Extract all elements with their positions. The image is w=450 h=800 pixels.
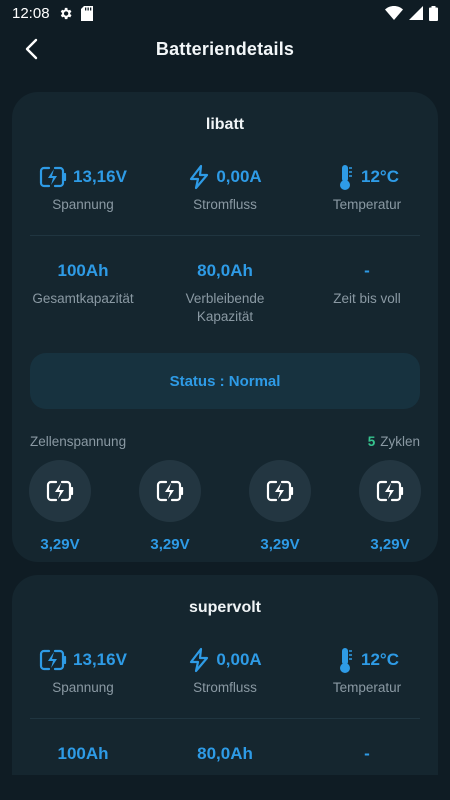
cell-item: 3,29V — [138, 460, 202, 553]
cell-circle — [139, 460, 201, 522]
battery-name: libatt — [205, 116, 245, 133]
total-capacity-value: 100Ah — [57, 261, 109, 280]
current-metric: 0,00A Stromfluss — [154, 645, 296, 697]
voltage-value: 13,16V — [73, 167, 127, 186]
temperature-label: Temperatur — [332, 197, 402, 212]
cell-item: 3,29V — [28, 460, 92, 553]
cycles-count: 5 — [367, 434, 376, 449]
temperature-metric: 12°C Temperatur — [296, 645, 438, 697]
app-bar: Batteriendetails — [0, 30, 450, 68]
voltage-value: 13,16V — [73, 650, 127, 669]
cell-circle — [249, 460, 311, 522]
primary-metrics: 13,16V Spannung 0,00A Stromfluss 12°C Te… — [12, 162, 438, 214]
voltage-label: Spannung — [52, 680, 114, 695]
cell-voltage: 3,29V — [260, 536, 300, 553]
page-title: Batteriendetails — [155, 38, 295, 59]
cell-voltage: 3,29V — [40, 536, 80, 553]
total-capacity-metric: 100Ah — [12, 739, 154, 769]
back-button[interactable] — [18, 36, 44, 62]
cell-circle — [29, 460, 91, 522]
voltage-metric: 13,16V Spannung — [12, 162, 154, 214]
temperature-value: 12°C — [361, 167, 399, 186]
cell-item: 3,29V — [248, 460, 312, 553]
battery-charging-icon — [39, 649, 67, 671]
signal-icon — [409, 6, 423, 20]
current-label: Stromfluss — [193, 680, 257, 695]
cells-row: 3,29V 3,29V 3,29V 3,29V — [12, 460, 438, 560]
cells-header: Zellenspannung 5 Zyklen — [30, 434, 420, 449]
remaining-capacity-label: Verbleibende Kapazität — [185, 291, 265, 324]
divider — [30, 235, 420, 236]
navigation-area — [0, 775, 450, 800]
cell-item: 3,29V — [358, 460, 422, 553]
back-arrow-icon — [25, 38, 38, 60]
temperature-value: 12°C — [361, 650, 399, 669]
time-to-full-metric: - — [296, 739, 438, 769]
cell-circle — [359, 460, 421, 522]
status-text: Status : Normal — [169, 372, 281, 390]
total-capacity-metric: 100Ah Gesamtkapazität — [12, 256, 154, 326]
cycles: 5 Zyklen — [368, 434, 420, 449]
lightning-icon — [190, 647, 209, 673]
voltage-metric: 13,16V Spannung — [12, 645, 154, 697]
divider — [30, 718, 420, 719]
capacity-metrics: 100Ah Gesamtkapazität 80,0Ah Verbleibend… — [12, 256, 438, 326]
status-bar: 12:08 — [0, 0, 450, 26]
cell-voltage: 3,29V — [150, 536, 190, 553]
current-value: 0,00A — [216, 650, 262, 669]
thermometer-icon — [340, 165, 352, 190]
voltage-label: Spannung — [52, 197, 114, 212]
battery-card[interactable]: libatt 13,16V Spannung 0,00A Stromfluss — [12, 92, 438, 562]
time-to-full-value: - — [364, 261, 370, 280]
time-to-full-value: - — [364, 744, 370, 763]
time-to-full-label: Zeit bis voll — [333, 291, 401, 306]
battery-name: supervolt — [188, 599, 261, 616]
remaining-capacity-value: 80,0Ah — [197, 744, 253, 763]
current-label: Stromfluss — [193, 197, 257, 212]
battery-icon — [429, 5, 438, 21]
gear-icon — [60, 7, 72, 19]
cycles-label: Zyklen — [380, 434, 420, 449]
status-time: 12:08 — [12, 4, 50, 22]
battery-charging-icon — [46, 480, 74, 502]
cell-voltage: 3,29V — [370, 536, 410, 553]
current-metric: 0,00A Stromfluss — [154, 162, 296, 214]
total-capacity-label: Gesamtkapazität — [32, 291, 134, 306]
wifi-icon — [385, 6, 403, 20]
temperature-label: Temperatur — [332, 680, 402, 695]
battery-charging-icon — [266, 480, 294, 502]
battery-charging-icon — [39, 166, 67, 188]
remaining-capacity-metric: 80,0Ah — [154, 739, 296, 769]
remaining-capacity-value: 80,0Ah — [197, 261, 253, 280]
total-capacity-value: 100Ah — [57, 744, 109, 763]
thermometer-icon — [340, 648, 352, 673]
battery-charging-icon — [376, 480, 404, 502]
lightning-icon — [190, 164, 209, 190]
current-value: 0,00A — [216, 167, 262, 186]
temperature-metric: 12°C Temperatur — [296, 162, 438, 214]
time-to-full-metric: - Zeit bis voll — [296, 256, 438, 326]
capacity-metrics: 100Ah 80,0Ah - — [12, 739, 438, 769]
sd-card-icon — [80, 5, 93, 21]
cell-voltage-label: Zellenspannung — [30, 434, 127, 449]
remaining-capacity-metric: 80,0Ah Verbleibende Kapazität — [154, 256, 296, 326]
battery-card[interactable]: supervolt 13,16V Spannung 0,00A Stromflu… — [12, 575, 438, 800]
primary-metrics: 13,16V Spannung 0,00A Stromfluss 12°C Te… — [12, 645, 438, 697]
battery-charging-icon — [156, 480, 184, 502]
status-box: Status : Normal — [30, 353, 420, 409]
